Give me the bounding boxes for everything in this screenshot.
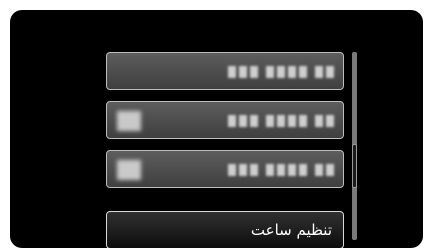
menu-item-clock-setting[interactable]: تنظيم ساعت [106, 211, 344, 248]
scrollbar-thumb[interactable] [352, 144, 357, 188]
item-thumbnail-icon [117, 160, 141, 180]
menu-item-1[interactable] [106, 52, 344, 90]
menu-item-2[interactable] [106, 101, 344, 139]
scrollbar[interactable] [352, 52, 357, 240]
item-thumbnail-icon [117, 111, 141, 131]
blurred-label [228, 65, 334, 79]
blurred-label [228, 163, 334, 177]
menu-item-label: تنظيم ساعت [250, 221, 332, 239]
menu-item-3[interactable] [106, 150, 344, 188]
blurred-label [228, 114, 334, 128]
camera-menu-screen: تنظيم ساعت [10, 10, 423, 248]
